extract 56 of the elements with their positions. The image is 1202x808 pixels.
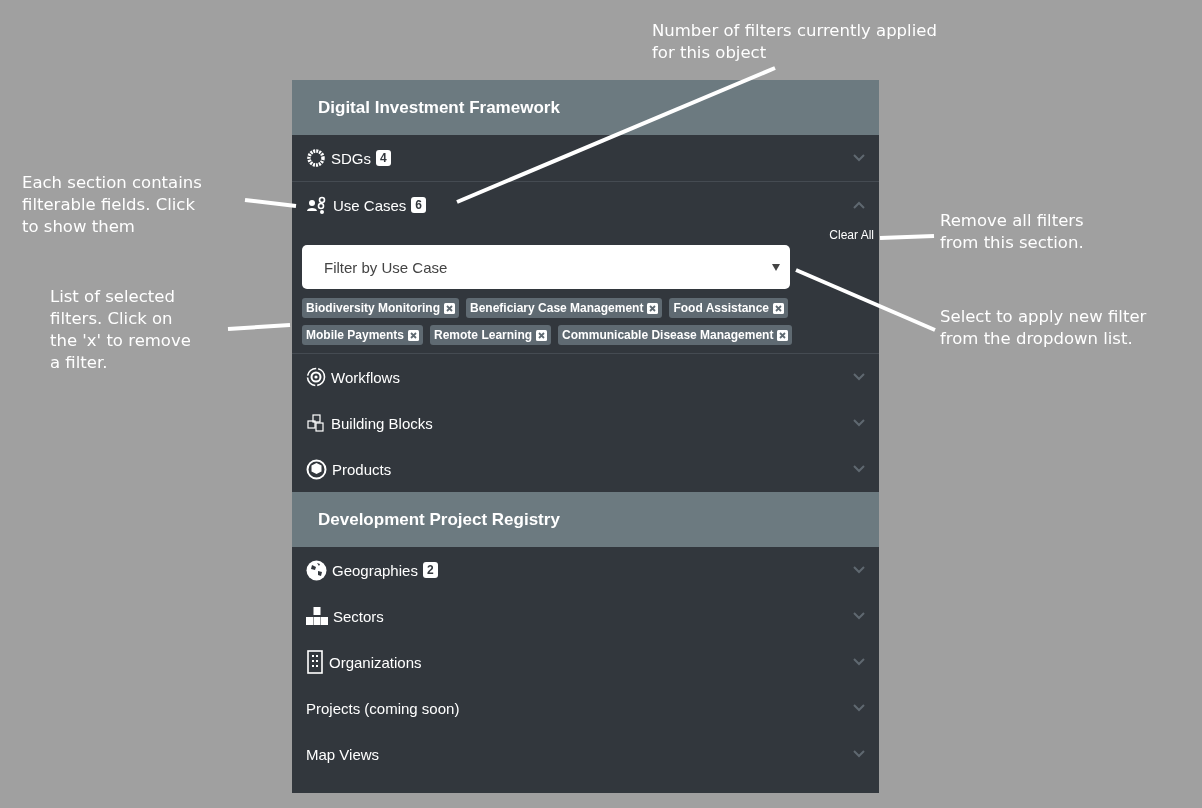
chevron-down-icon[interactable] [853,750,865,758]
remove-icon[interactable] [777,329,789,341]
chevron-down-icon[interactable] [853,566,865,574]
remove-icon[interactable] [773,302,784,314]
count-badge: 6 [411,197,427,213]
clear-all-link[interactable]: Clear All [829,228,874,242]
boxes-icon [306,606,328,626]
chevron-down-icon[interactable] [853,658,865,666]
chevron-down-icon[interactable] [853,154,865,162]
section-row[interactable]: Workflows [292,354,879,400]
remove-icon[interactable] [444,302,455,314]
annotation-text: List of selected filters. Click on the 'x' to remove a filter. [50,286,191,374]
remove-icon[interactable] [536,329,548,341]
section-row[interactable]: Building Blocks [292,400,879,446]
group-header: Development Project Registry [292,492,879,547]
filter-tag: Food Assistance [669,298,788,318]
box-icon [306,458,327,480]
annotation-text: Select to apply new filter from the dropdown list. [940,306,1147,350]
section-row[interactable]: Organizations [292,639,879,685]
chevron-down-icon[interactable] [853,419,865,427]
filter-tag: Beneficiary Case Management [466,298,663,318]
chevron-up-icon[interactable] [853,201,865,209]
count-badge: 4 [376,150,391,166]
leader-line [244,198,297,208]
section-row[interactable]: Projects (coming soon) [292,685,879,731]
section-row[interactable]: Use Cases 6 [292,182,879,228]
ring-icon [306,148,326,168]
filter-dropdown[interactable]: Filter by Use Case [302,245,790,289]
cubes-icon [306,413,326,433]
people-icon [306,195,328,215]
section-row[interactable]: SDGs 4 [292,135,879,181]
leader-line [879,234,935,240]
count-badge: 2 [422,562,438,578]
building-icon [306,650,324,674]
section-row[interactable]: Geographies 2 [292,547,879,593]
chevron-down-icon[interactable] [853,612,865,620]
section-row[interactable]: Products [292,446,879,492]
filter-tag: Biodiversity Monitoring [302,298,459,318]
chevron-down-icon[interactable] [853,373,865,381]
leader-line [227,323,291,331]
annotation-text: Each section contains filterable fields. Click to show them [22,172,202,238]
section-row[interactable]: Map Views [292,731,879,777]
filter-tag: Mobile Payments [302,325,424,345]
chevron-down-icon[interactable] [853,704,865,712]
annotation-text: Remove all filters from this section. [940,210,1084,254]
gear-icon [306,367,326,387]
globe-icon [306,559,327,581]
caret-icon [772,263,780,271]
remove-icon[interactable] [647,302,659,314]
remove-icon[interactable] [408,329,420,341]
filter-tag: Remote Learning [430,325,552,345]
filter-tag: Communicable Disease Management [558,325,793,345]
section-row[interactable]: Sectors [292,593,879,639]
chevron-down-icon[interactable] [853,465,865,473]
group-header: Digital Investment Framework [292,80,879,135]
annotation-text: Number of filters currently applied for this object [652,20,937,64]
